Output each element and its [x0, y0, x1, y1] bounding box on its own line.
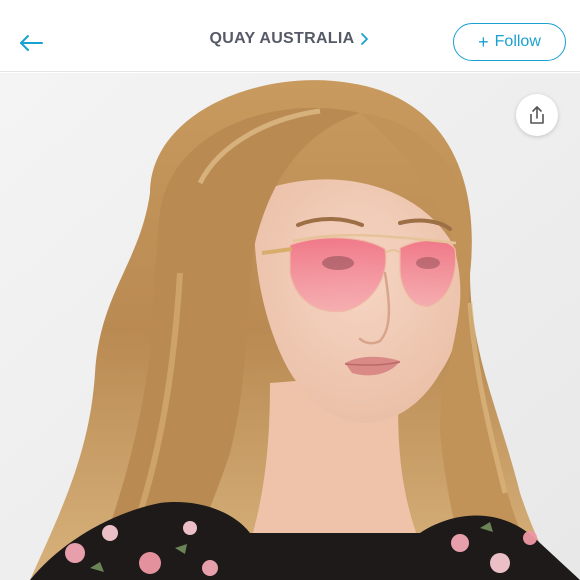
chevron-right-icon — [360, 32, 370, 46]
follow-label: Follow — [494, 33, 541, 50]
model-wearing-sunglasses-image — [0, 73, 580, 580]
follow-button[interactable]: + Follow — [453, 23, 566, 61]
product-photo[interactable] — [0, 73, 580, 580]
share-upload-icon — [530, 106, 544, 124]
top-navigation-bar: QUAY AUSTRALIA + Follow — [0, 0, 580, 72]
plus-icon: + — [478, 31, 489, 52]
share-button[interactable] — [516, 94, 558, 136]
page-title: QUAY AUSTRALIA — [209, 30, 355, 47]
